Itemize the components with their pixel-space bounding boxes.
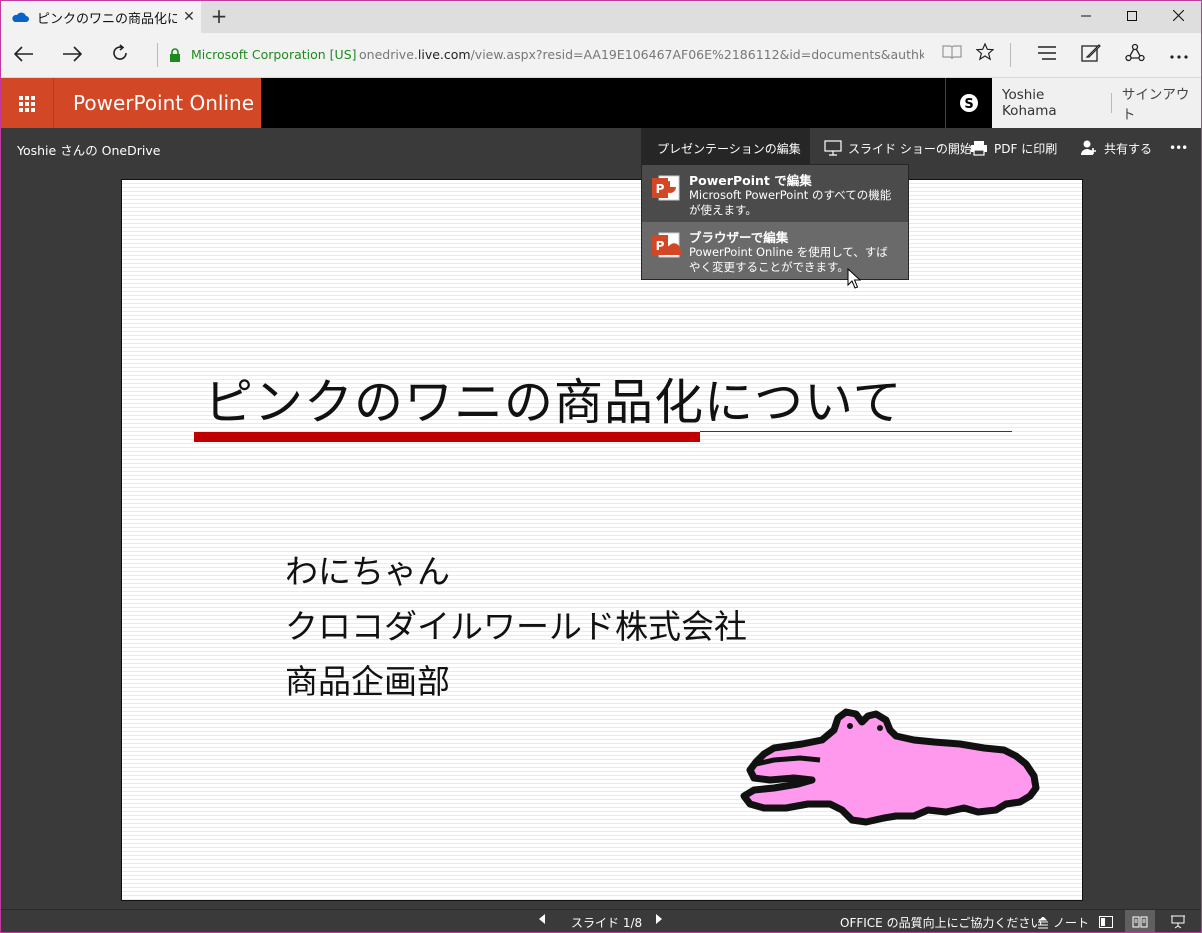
slideshow-icon bbox=[824, 140, 842, 156]
site-identity[interactable]: Microsoft Corporation [US] bbox=[191, 47, 357, 62]
pink-crocodile-illustration bbox=[740, 708, 1040, 826]
share-icon[interactable] bbox=[1122, 43, 1148, 67]
normal-view-icon[interactable] bbox=[1091, 910, 1121, 932]
edit-presentation-button[interactable]: プレゼンテーションの編集 bbox=[641, 128, 810, 168]
refresh-icon[interactable] bbox=[105, 41, 135, 69]
title-underline-bar bbox=[194, 432, 700, 442]
edit-in-browser-title: ブラウザーで編集 bbox=[689, 230, 789, 245]
reading-view-icon[interactable] bbox=[939, 43, 965, 67]
edit-dropdown-menu: P PowerPoint で編集 Microsoft PowerPoint のす… bbox=[641, 164, 909, 280]
back-icon[interactable] bbox=[9, 41, 39, 69]
svg-text:S: S bbox=[964, 97, 973, 112]
new-tab-button[interactable]: + bbox=[207, 5, 231, 29]
edit-in-powerpoint-desc: Microsoft PowerPoint のすべての機能が使えます。 bbox=[689, 188, 892, 217]
powerpoint-online-icon: P bbox=[652, 232, 681, 258]
subtitle-line-3: 商品企画部 bbox=[285, 662, 450, 701]
onedrive-icon bbox=[12, 12, 29, 22]
share-button[interactable]: 共有する bbox=[1080, 128, 1152, 168]
breadcrumb[interactable]: Yoshie さんの OneDrive bbox=[17, 140, 160, 159]
title-underline-line bbox=[700, 431, 1012, 432]
slide-counter: スライド 1/8 bbox=[571, 916, 643, 930]
sign-out-link[interactable]: サインアウト bbox=[1122, 83, 1201, 123]
maximize-icon[interactable] bbox=[1109, 1, 1155, 33]
web-note-icon[interactable] bbox=[1078, 43, 1104, 67]
edit-in-browser-item[interactable]: P ブラウザーで編集 PowerPoint Online を使用して、すばやく変… bbox=[642, 222, 908, 279]
forward-icon[interactable] bbox=[57, 41, 87, 69]
more-options-icon[interactable] bbox=[1166, 43, 1192, 67]
print-pdf-label: PDF に印刷 bbox=[994, 141, 1058, 156]
url-path: /view.aspx?resid=AA19E106467AF06E%218611… bbox=[470, 47, 924, 62]
window-close-icon[interactable] bbox=[1155, 1, 1201, 33]
share-person-icon bbox=[1081, 140, 1096, 155]
browser-window: ピンクのワニの商品化につい ✕ + Microsoft Corporation … bbox=[0, 0, 1202, 933]
subtitle-line-1: わにちゃん bbox=[285, 552, 450, 591]
tab-close-icon[interactable]: ✕ bbox=[177, 9, 201, 25]
next-slide-icon[interactable] bbox=[654, 912, 664, 929]
reading-view-icon[interactable] bbox=[1125, 910, 1155, 932]
feedback-link[interactable]: OFFICE の品質向上にご協力ください bbox=[840, 914, 1042, 931]
notes-label: ノート bbox=[1053, 916, 1090, 930]
edit-in-powerpoint-item[interactable]: P PowerPoint で編集 Microsoft PowerPoint のす… bbox=[642, 165, 908, 222]
tab-bar: ピンクのワニの商品化につい ✕ + bbox=[1, 1, 1201, 33]
start-slideshow-button[interactable]: スライド ショーの開始 bbox=[824, 128, 972, 168]
tab-title: ピンクのワニの商品化につい bbox=[37, 11, 177, 27]
print-pdf-button[interactable]: PDF に印刷 bbox=[970, 128, 1057, 168]
skype-icon[interactable]: S bbox=[945, 78, 992, 128]
browser-tab[interactable]: ピンクのワニの商品化につい ✕ bbox=[1, 1, 201, 33]
address-bar: Microsoft Corporation [US] onedrive.live… bbox=[1, 33, 1201, 78]
slideshow-view-icon[interactable] bbox=[1163, 910, 1193, 932]
edit-in-powerpoint-title: PowerPoint で編集 bbox=[689, 173, 812, 188]
command-bar: Yoshie さんの OneDrive プレゼンテーションの編集 スライド ショ… bbox=[1, 128, 1201, 168]
notes-button[interactable]: ノート bbox=[1037, 914, 1089, 931]
more-commands-icon[interactable]: ••• bbox=[1169, 128, 1188, 168]
favorite-star-icon[interactable] bbox=[972, 42, 998, 67]
powerpoint-icon: P bbox=[652, 175, 680, 201]
divider bbox=[157, 43, 158, 67]
edit-presentation-label: プレゼンテーションの編集 bbox=[657, 141, 801, 156]
svg-text:P: P bbox=[656, 239, 665, 253]
user-area: Yoshie Kohama サインアウト bbox=[992, 78, 1201, 128]
start-slideshow-label: スライド ショーの開始 bbox=[848, 141, 972, 156]
minimize-icon[interactable] bbox=[1063, 1, 1109, 33]
edit-in-browser-desc: PowerPoint Online を使用して、すばやく変更することができます。 bbox=[689, 245, 888, 274]
share-label: 共有する bbox=[1104, 141, 1153, 156]
printer-icon bbox=[971, 141, 987, 156]
office-suite-bar: PowerPoint Online S Yoshie Kohama サインアウト bbox=[1, 78, 1201, 128]
notes-icon bbox=[1038, 916, 1048, 928]
app-launcher-icon[interactable] bbox=[1, 78, 53, 128]
prev-slide-icon[interactable] bbox=[537, 912, 547, 929]
status-bar: スライド 1/8 OFFICE の品質向上にご協力ください ノート bbox=[1, 909, 1201, 932]
url-field[interactable]: onedrive.live.com/view.aspx?resid=AA19E1… bbox=[359, 47, 924, 62]
slide-viewer: ピンクのワニの商品化について わにちゃん クロコダイルワールド株式会社 商品企画… bbox=[1, 168, 1201, 909]
url-prefix: onedrive. bbox=[359, 47, 418, 62]
hub-icon[interactable] bbox=[1034, 43, 1060, 67]
divider bbox=[1110, 93, 1112, 113]
slide-title: ピンクのワニの商品化について bbox=[204, 374, 903, 431]
mouse-cursor-icon bbox=[847, 268, 861, 289]
subtitle-line-2: クロコダイルワールド株式会社 bbox=[285, 607, 747, 646]
slide-canvas: ピンクのワニの商品化について わにちゃん クロコダイルワールド株式会社 商品企画… bbox=[121, 179, 1083, 901]
app-name[interactable]: PowerPoint Online bbox=[53, 78, 261, 128]
divider bbox=[1010, 43, 1011, 67]
lock-icon bbox=[170, 48, 180, 62]
url-domain: live.com bbox=[417, 47, 471, 62]
svg-text:P: P bbox=[656, 182, 665, 196]
user-name[interactable]: Yoshie Kohama bbox=[992, 87, 1101, 119]
